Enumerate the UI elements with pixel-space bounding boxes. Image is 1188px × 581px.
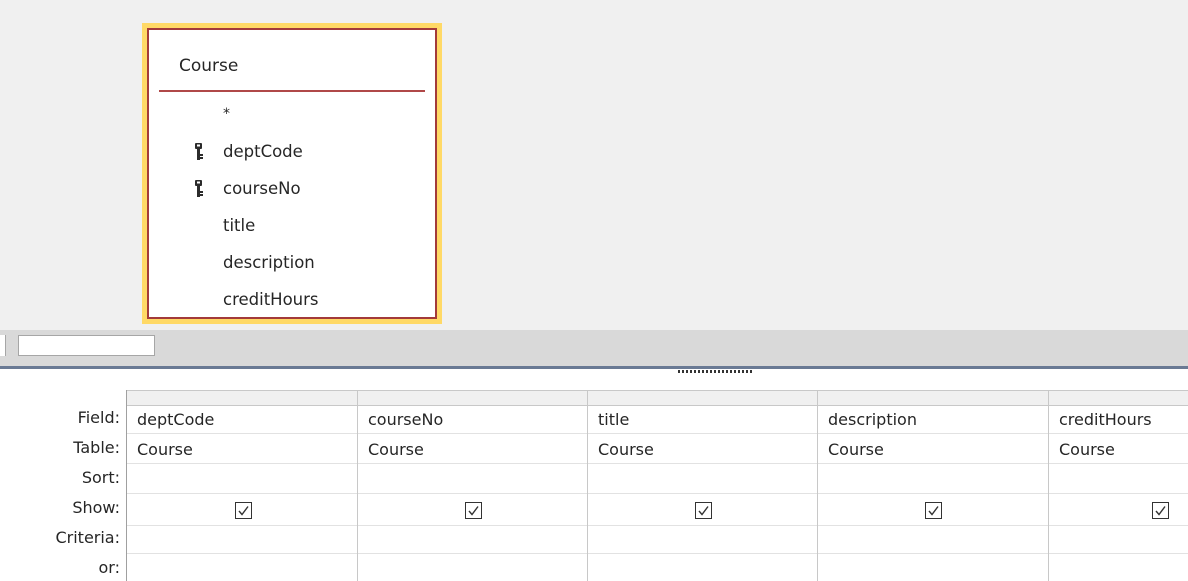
table-field-list-body: Course * deptCode courseNo title descrip… bbox=[147, 28, 437, 319]
pane-splitter[interactable] bbox=[0, 366, 1188, 376]
design-grid-columns: deptCode Course courseNo Course title Co… bbox=[126, 390, 1188, 581]
field-name: title bbox=[223, 216, 256, 235]
scrollbar-left-edge[interactable] bbox=[0, 335, 6, 356]
query-design-table-pane[interactable]: Course * deptCode courseNo title descrip… bbox=[0, 0, 1188, 330]
show-cell bbox=[358, 496, 587, 526]
row-label-sort: Sort: bbox=[81, 468, 120, 487]
field-list: * deptCode courseNo title description cr… bbox=[149, 98, 435, 320]
or-cell[interactable] bbox=[358, 556, 587, 581]
column-selector[interactable] bbox=[127, 390, 357, 406]
sort-cell[interactable] bbox=[588, 466, 817, 494]
splitter-grip-handle[interactable] bbox=[678, 370, 752, 373]
field-list-item-all[interactable]: * bbox=[149, 98, 435, 135]
checkmark-icon bbox=[698, 506, 709, 516]
field-name: creditHours bbox=[223, 290, 319, 309]
grid-column-title: title Course bbox=[588, 390, 818, 581]
field-list-item-courseno[interactable]: courseNo bbox=[149, 172, 435, 209]
column-selector[interactable] bbox=[818, 390, 1048, 406]
table-cell[interactable]: Course bbox=[358, 436, 587, 464]
row-label-or: or: bbox=[98, 558, 120, 577]
column-selector[interactable] bbox=[358, 390, 587, 406]
show-cell bbox=[1049, 496, 1188, 526]
field-cell[interactable]: description bbox=[818, 406, 1048, 434]
field-list-item-title[interactable]: title bbox=[149, 209, 435, 246]
field-name: courseNo bbox=[223, 179, 301, 198]
sort-cell[interactable] bbox=[358, 466, 587, 494]
primary-key-icon bbox=[195, 143, 203, 160]
column-selector[interactable] bbox=[1049, 390, 1188, 406]
sort-cell[interactable] bbox=[1049, 466, 1188, 494]
grid-column-credithours: creditHours Course bbox=[1049, 390, 1188, 581]
checkmark-icon bbox=[238, 506, 249, 516]
field-list-item-credithours[interactable]: creditHours bbox=[149, 283, 435, 320]
or-cell[interactable] bbox=[818, 556, 1048, 581]
field-cell[interactable]: creditHours bbox=[1049, 406, 1188, 434]
table-title-separator bbox=[159, 90, 425, 92]
table-pane-horizontal-scrollbar[interactable] bbox=[0, 330, 1188, 366]
criteria-cell[interactable] bbox=[1049, 526, 1188, 554]
row-label-field: Field: bbox=[77, 408, 120, 427]
show-cell bbox=[588, 496, 817, 526]
table-title[interactable]: Course bbox=[179, 56, 238, 76]
sort-cell[interactable] bbox=[127, 466, 357, 494]
criteria-cell[interactable] bbox=[588, 526, 817, 554]
or-cell[interactable] bbox=[588, 556, 817, 581]
checkmark-icon bbox=[468, 506, 479, 516]
grid-column-courseno: courseNo Course bbox=[358, 390, 588, 581]
field-name: deptCode bbox=[223, 142, 303, 161]
criteria-cell[interactable] bbox=[818, 526, 1048, 554]
sort-cell[interactable] bbox=[818, 466, 1048, 494]
show-checkbox[interactable] bbox=[1152, 502, 1169, 519]
grid-column-deptcode: deptCode Course bbox=[127, 390, 358, 581]
show-cell bbox=[127, 496, 357, 526]
field-name: description bbox=[223, 253, 315, 272]
show-checkbox[interactable] bbox=[925, 502, 942, 519]
table-cell[interactable]: Course bbox=[1049, 436, 1188, 464]
row-label-criteria: Criteria: bbox=[55, 528, 120, 547]
scrollbar-thumb[interactable] bbox=[18, 335, 155, 356]
checkmark-icon bbox=[928, 506, 939, 516]
show-checkbox[interactable] bbox=[695, 502, 712, 519]
show-checkbox[interactable] bbox=[235, 502, 252, 519]
primary-key-icon bbox=[195, 180, 203, 197]
field-cell[interactable]: title bbox=[588, 406, 817, 434]
row-label-table: Table: bbox=[73, 438, 120, 457]
field-list-item-deptcode[interactable]: deptCode bbox=[149, 135, 435, 172]
field-cell[interactable]: courseNo bbox=[358, 406, 587, 434]
field-cell[interactable]: deptCode bbox=[127, 406, 357, 434]
column-selector[interactable] bbox=[588, 390, 817, 406]
query-design-grid: Field: Table: Sort: Show: Criteria: or: … bbox=[0, 376, 1188, 581]
table-cell[interactable]: Course bbox=[818, 436, 1048, 464]
or-cell[interactable] bbox=[127, 556, 357, 581]
show-checkbox[interactable] bbox=[465, 502, 482, 519]
checkmark-icon bbox=[1155, 506, 1166, 516]
criteria-cell[interactable] bbox=[127, 526, 357, 554]
field-name: * bbox=[223, 106, 230, 122]
row-label-show: Show: bbox=[72, 498, 120, 517]
table-cell[interactable]: Course bbox=[588, 436, 817, 464]
table-cell[interactable]: Course bbox=[127, 436, 357, 464]
table-field-list-course[interactable]: Course * deptCode courseNo title descrip… bbox=[142, 23, 442, 324]
or-cell[interactable] bbox=[1049, 556, 1188, 581]
field-list-item-description[interactable]: description bbox=[149, 246, 435, 283]
grid-column-description: description Course bbox=[818, 390, 1049, 581]
show-cell bbox=[818, 496, 1048, 526]
criteria-cell[interactable] bbox=[358, 526, 587, 554]
